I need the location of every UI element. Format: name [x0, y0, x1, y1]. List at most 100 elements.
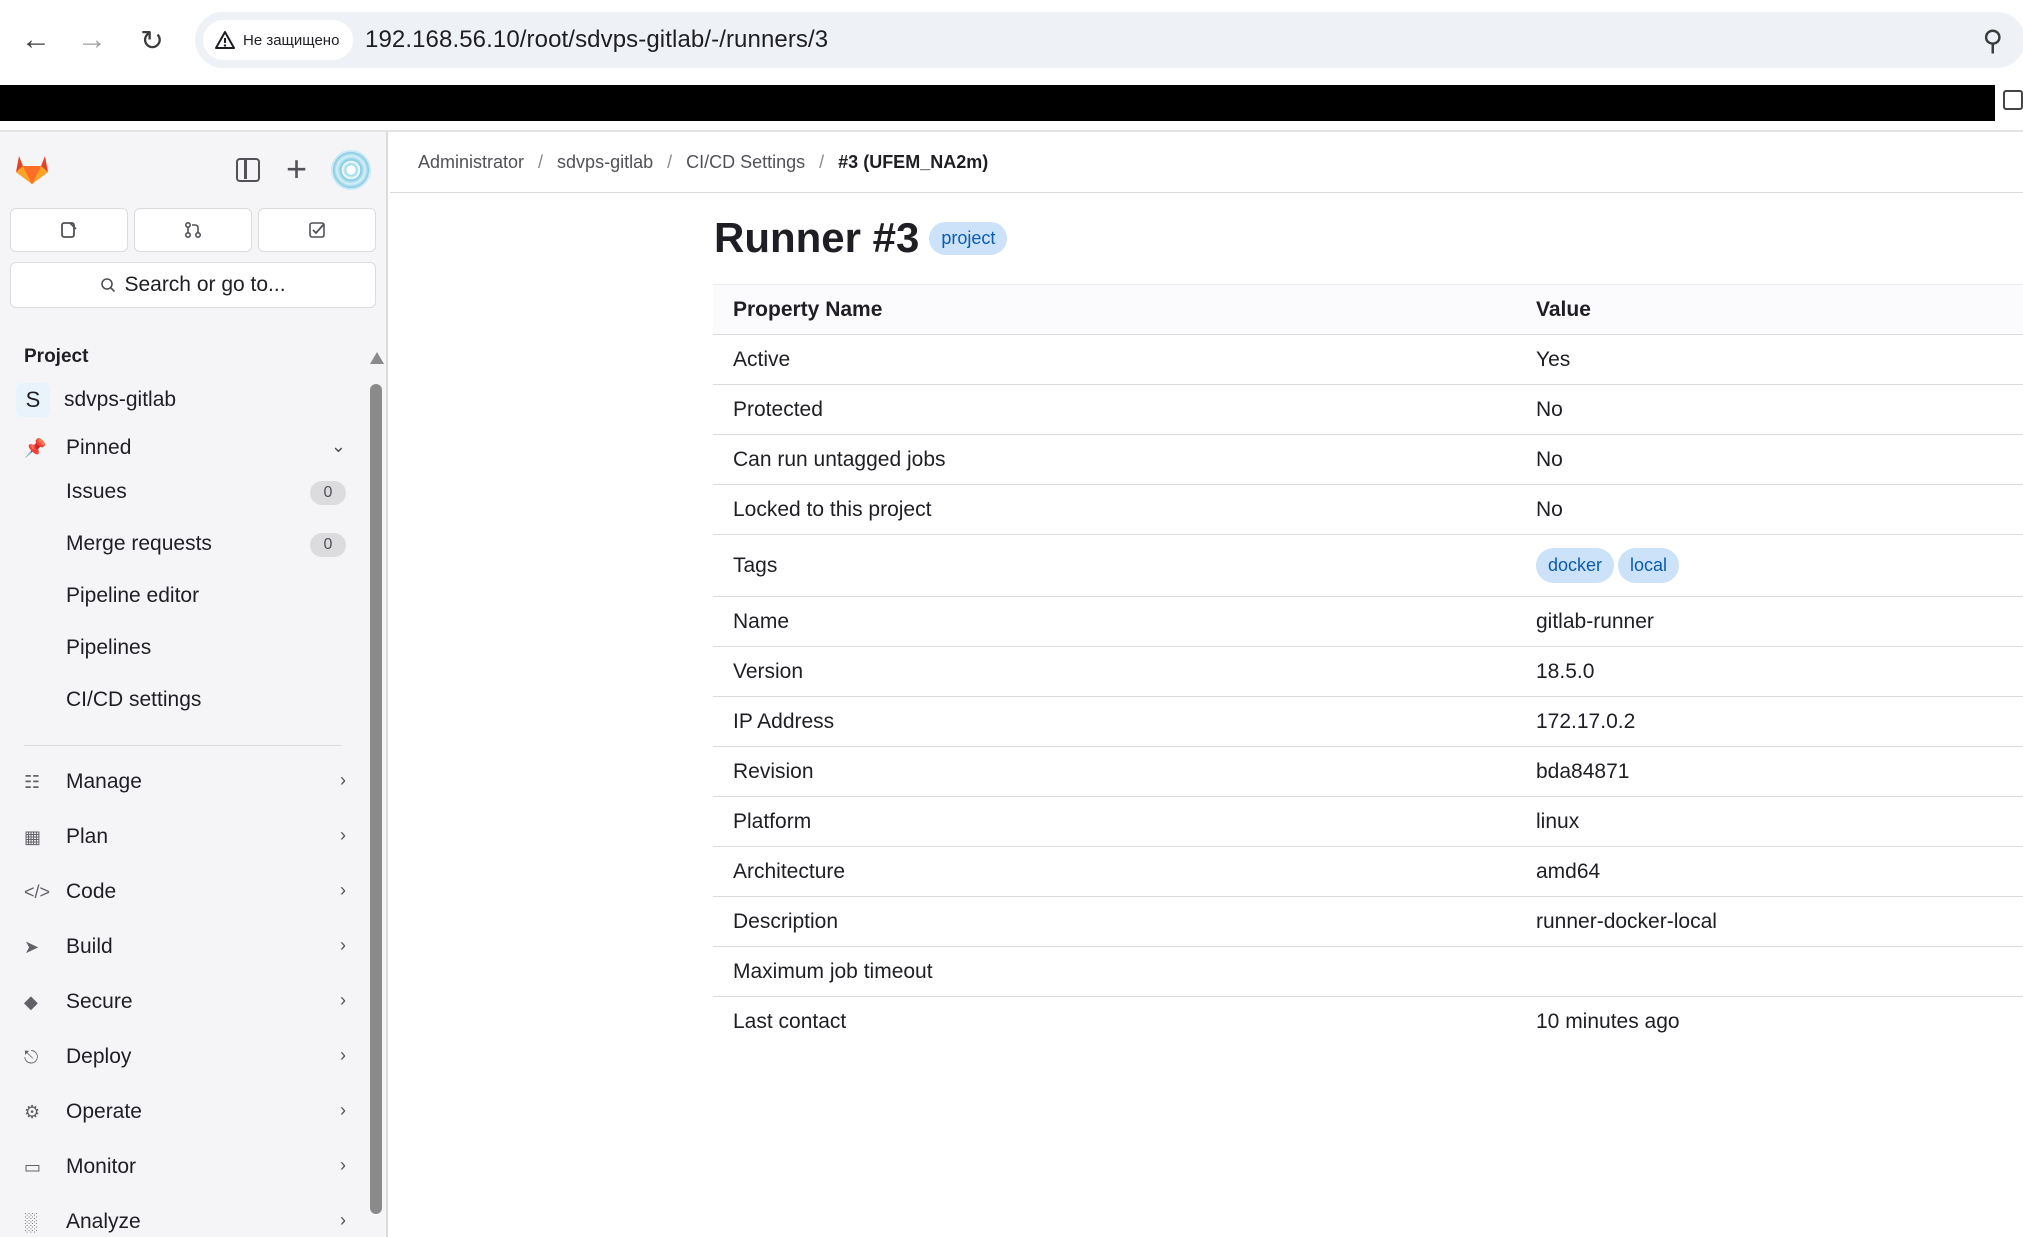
- sidebar-toggle-icon[interactable]: [236, 158, 260, 182]
- breadcrumb: Administrator / sdvps-gitlab / CI/CD Set…: [418, 152, 988, 173]
- project-avatar: S: [16, 383, 50, 417]
- gitlab-logo-icon[interactable]: [14, 152, 50, 186]
- url-text[interactable]: 192.168.56.10/root/sdvps-gitlab/-/runner…: [365, 26, 828, 54]
- property-value: No: [1516, 384, 2023, 435]
- monitor-icon: ▭: [24, 1156, 42, 1177]
- sidebar-nav: Project S sdvps-gitlab 📌 Pinned ⌄ Issues…: [0, 324, 372, 1237]
- property-name: Revision: [713, 746, 1516, 797]
- scroll-up-icon[interactable]: [370, 352, 384, 364]
- sidebar-item-monitor[interactable]: ▭ Monitor ›: [16, 1145, 356, 1189]
- rocket-icon: ➤: [24, 936, 40, 957]
- search-input[interactable]: Search or go to...: [10, 262, 376, 308]
- sidebar-item-build[interactable]: ➤ Build ›: [16, 925, 356, 969]
- security-chip[interactable]: Не защищено: [203, 20, 354, 60]
- todos-shortcut-button[interactable]: [258, 208, 376, 252]
- pinned-toggle[interactable]: 📌 Pinned ⌄: [16, 426, 356, 470]
- sidebar-item-label: Deploy: [66, 1045, 132, 1068]
- chevron-right-icon: ›: [340, 770, 346, 790]
- sidebar-item-label: Build: [66, 935, 113, 958]
- property-value: gitlab-runner: [1516, 596, 2023, 647]
- sidebar-item-analyze[interactable]: ░ Analyze ›: [16, 1200, 356, 1237]
- property-value: Yes: [1516, 334, 2023, 385]
- sidebar-item-secure[interactable]: ◆ Secure ›: [16, 980, 356, 1024]
- breadcrumb-item-project[interactable]: sdvps-gitlab: [557, 152, 653, 173]
- table-row: IP Address 172.17.0.2: [713, 696, 2023, 747]
- create-new-icon[interactable]: +: [286, 148, 307, 190]
- scrollbar-thumb[interactable]: [370, 384, 382, 1214]
- runner-properties-table: Property Name Value Active Yes Protected N…: [713, 284, 2023, 1047]
- merge-request-icon: [184, 221, 202, 239]
- search-icon: [101, 278, 116, 293]
- breadcrumb-separator: /: [819, 152, 825, 172]
- runner-type-badge: project: [929, 221, 1008, 255]
- sidebar-scrollbar[interactable]: [370, 352, 384, 1220]
- merge-requests-shortcut-button[interactable]: [134, 208, 252, 252]
- property-value: linux: [1516, 796, 2023, 847]
- todo-icon: [309, 222, 325, 238]
- security-label: Не защищено: [243, 31, 340, 49]
- zoom-icon[interactable]: ⚲: [1982, 24, 2003, 57]
- property-name: Description: [713, 896, 1516, 947]
- folder-icon[interactable]: [2003, 90, 2023, 110]
- sidebar-item-merge-requests[interactable]: Merge requests 0: [66, 522, 356, 566]
- table-row: Revision bda84871: [713, 746, 2023, 797]
- section-title: Project: [24, 346, 89, 367]
- sidebar-item-label: CI/CD settings: [66, 688, 202, 711]
- tag-badge: docker: [1536, 548, 1615, 583]
- chevron-right-icon: ›: [340, 825, 346, 845]
- sidebar-item-label: Pipeline editor: [66, 584, 200, 607]
- sidebar-item-cicd-settings[interactable]: CI/CD settings: [66, 678, 356, 722]
- property-name: Active: [713, 334, 1516, 385]
- redacted-bookmarks-bar: [0, 85, 1995, 121]
- sidebar-divider: [24, 745, 342, 746]
- table-row: Tags docker local: [713, 534, 2023, 597]
- chevron-right-icon: ›: [340, 1210, 346, 1230]
- reload-icon[interactable]: ↻: [134, 22, 170, 58]
- sidebar-item-deploy[interactable]: ⎋ Deploy ›: [16, 1035, 356, 1079]
- breadcrumb-item-current[interactable]: #3 (UFEM_NA2m): [838, 152, 988, 173]
- project-link[interactable]: S sdvps-gitlab: [16, 378, 356, 422]
- table-row: Can run untagged jobs No: [713, 434, 2023, 485]
- back-icon[interactable]: ←: [18, 22, 54, 58]
- table-row: Name gitlab-runner: [713, 596, 2023, 647]
- property-value: amd64: [1516, 846, 2023, 897]
- breadcrumb-item-administrator[interactable]: Administrator: [418, 152, 524, 173]
- sidebar: + Search or go to... Project S sdvps-git…: [0, 132, 388, 1237]
- table-row: Protected No: [713, 384, 2023, 435]
- sidebar-item-code[interactable]: </> Code ›: [16, 870, 356, 914]
- table-row: Architecture amd64: [713, 846, 2023, 897]
- sidebar-item-pipeline-editor[interactable]: Pipeline editor: [66, 574, 356, 618]
- address-bar[interactable]: Не защищено 192.168.56.10/root/sdvps-git…: [195, 12, 2023, 68]
- sidebar-item-plan[interactable]: ▦ Plan ›: [16, 815, 356, 859]
- user-avatar[interactable]: [331, 150, 371, 190]
- property-value: 18.5.0: [1516, 646, 2023, 697]
- calendar-icon: ▦: [24, 826, 42, 847]
- property-name: IP Address: [713, 696, 1516, 747]
- column-header-value: Value: [1516, 284, 2023, 335]
- sidebar-item-label: Plan: [66, 825, 109, 848]
- property-name: Architecture: [713, 846, 1516, 897]
- property-name: Last contact: [733, 1009, 847, 1033]
- header-divider: [390, 192, 2023, 193]
- pinned-label: Pinned: [66, 436, 132, 459]
- table-row: Version 18.5.0: [713, 646, 2023, 697]
- table-header-row: Property Name Value: [713, 284, 2023, 335]
- issues-shortcut-button[interactable]: [10, 208, 128, 252]
- sidebar-item-operate[interactable]: ⚙ Operate ›: [16, 1090, 356, 1134]
- sidebar-item-issues[interactable]: Issues 0: [66, 470, 356, 514]
- table-row: Active Yes: [713, 334, 2023, 385]
- property-name: Maximum job timeout: [713, 946, 1516, 997]
- code-icon: </>: [24, 881, 51, 902]
- property-value: 172.17.0.2: [1516, 696, 2023, 747]
- breadcrumb-item-cicd-settings[interactable]: CI/CD Settings: [686, 152, 805, 173]
- sidebar-item-label: Operate: [66, 1100, 142, 1123]
- sidebar-item-manage[interactable]: ☷ Manage ›: [16, 760, 356, 804]
- forward-icon[interactable]: →: [74, 22, 110, 58]
- table-row: Description runner-docker-local: [713, 896, 2023, 947]
- sidebar-item-label: Analyze: [66, 1210, 141, 1233]
- property-value: 10 minutes ago: [1536, 1009, 1680, 1033]
- sidebar-item-pipelines[interactable]: Pipelines: [66, 626, 356, 670]
- issues-icon: [61, 222, 77, 238]
- sidebar-item-label: Code: [66, 880, 117, 903]
- main-content: Administrator / sdvps-gitlab / CI/CD Set…: [390, 132, 2023, 1237]
